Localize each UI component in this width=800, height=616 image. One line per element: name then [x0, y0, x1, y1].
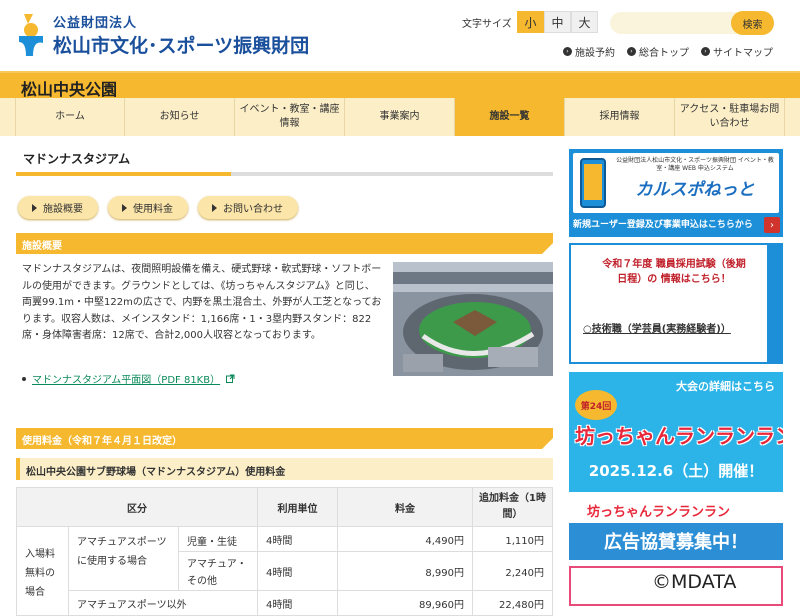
row-category-cell: アマチュアスポーツに使用する場合 児童・生徒 アマチュア・その他: [68, 526, 258, 591]
fontsize-medium-button[interactable]: 中: [544, 11, 571, 33]
banner1-subtext: 新規ユーザー登録及び事業申込はこちらから: [573, 220, 753, 230]
sitemap-link[interactable]: › サイトマップ: [701, 44, 773, 59]
banner2-link: ○技術職（学芸員(実務経験者)）: [583, 324, 731, 335]
row-unit: 4時間: [257, 551, 338, 591]
nav-business[interactable]: 事業案内: [345, 98, 455, 136]
col-unit: 利用単位: [257, 487, 338, 527]
anchor-overview-button[interactable]: 施設概要: [18, 196, 98, 219]
row-category: アマチュアスポーツ以外: [68, 590, 258, 616]
fontsize-switcher: 小 中 大: [517, 11, 598, 33]
banner1-top-text: 公益財団法人松山市文化・スポーツ振興財団 イベント・教室・講座 WEB 申込シス…: [616, 157, 774, 172]
row-fee: 89,960円: [337, 590, 473, 616]
table-row: アマチュアスポーツ以外 4時間 89,960円 22,480円: [17, 590, 553, 616]
anchor-fees-label: 使用料金: [133, 204, 173, 215]
org-name[interactable]: 松山市文化･スポーツ振興財団: [53, 31, 309, 58]
banner3-title: 坊っちゃんランランラン: [575, 424, 783, 448]
bullet-icon: [22, 376, 26, 381]
nav-home[interactable]: ホーム: [15, 98, 125, 136]
banner3-date: 2025.12.6（土）開催！: [588, 462, 764, 480]
search-input[interactable]: [610, 12, 736, 34]
title-divider: [16, 172, 553, 176]
smartphone-icon: [580, 158, 606, 208]
foundation-logo-icon[interactable]: [16, 10, 46, 56]
banner3-top-text: 大会の詳細はこちら: [676, 380, 775, 393]
row-sub: 児童・生徒: [179, 527, 257, 552]
nav-news[interactable]: お知らせ: [125, 98, 235, 136]
nav-recruit[interactable]: 採用情報: [565, 98, 675, 136]
table-header-row: 区分 利用単位 料金 追加料金（1時間）: [16, 487, 553, 527]
chevron-right-icon: ›: [627, 47, 636, 56]
anchor-links: 施設概要 使用料金 お問い合わせ: [18, 196, 298, 219]
nav-events[interactable]: イベント・教室・講座情報: [235, 98, 345, 136]
park-title-bar: 松山中央公園: [0, 71, 800, 100]
fontsize-label: 文字サイズ: [462, 19, 512, 30]
site-header: 公益財団法人 松山市文化･スポーツ振興財団 文字サイズ 小 中 大 検索 › 施設…: [0, 0, 800, 72]
col-fee: 料金: [337, 487, 473, 527]
row-unit: 4時間: [257, 525, 338, 553]
arrow-right-icon: ›: [764, 217, 780, 233]
fees-table: 区分 利用単位 料金 追加料金（1時間） 入場料無料の場合 アマチュアスポーツに…: [16, 487, 553, 616]
nav-access-contact[interactable]: アクセス・駐車場お問い合わせ: [675, 98, 785, 136]
row-extra: 2,240円: [472, 551, 553, 591]
botchan-run-event-banner[interactable]: 大会の詳細はこちら 第24回 坊っちゃんランランラン 2025.12.6（土）開…: [569, 372, 783, 492]
floorplan-pdf-label: マドンナスタジアム平面図（PDF 81KB）: [32, 375, 221, 386]
sitemap-label: サイトマップ: [713, 48, 773, 59]
fontsize-small-button[interactable]: 小: [517, 11, 544, 33]
org-type-label: 公益財団法人: [53, 16, 138, 31]
chevron-right-icon: ›: [701, 47, 710, 56]
floorplan-pdf-link[interactable]: マドンナスタジアム平面図（PDF 81KB）: [22, 371, 235, 386]
stadium-photo: [393, 262, 553, 376]
triangle-right-icon: [122, 203, 127, 212]
col-category: 区分: [16, 487, 258, 527]
anchor-fees-button[interactable]: 使用料金: [108, 196, 188, 219]
anchor-overview-label: 施設概要: [43, 204, 83, 215]
top-links: › 施設予約 › 総合トップ › サイトマップ: [563, 44, 773, 59]
row-extra: 1,110円: [472, 525, 553, 553]
banner2-text: 令和７年度 職員採用試験（後期日程）の 情報はこちら！: [602, 259, 746, 285]
banner4-text: 広告協賛募集中！: [604, 532, 748, 553]
group-label: 入場料無料の場合: [16, 526, 69, 616]
fontsize-large-button[interactable]: 大: [571, 11, 598, 33]
sponsor-recruit-banner[interactable]: 坊っちゃんランランラン 広告協賛募集中！: [569, 499, 783, 560]
external-link-icon: [226, 374, 235, 383]
fees-heading: 使用料金（令和７年４月１日改定）: [16, 428, 553, 449]
watermark: ©MDATA: [652, 571, 737, 593]
recruitment-banner[interactable]: 令和７年度 職員採用試験（後期日程）の 情報はこちら！ ○技術職（学芸員(実務経…: [569, 243, 783, 364]
overview-description: マドンナスタジアムは、夜間照明設備を備え、硬式野球・軟式野球・ソフトボールの使用…: [22, 264, 382, 341]
row-sub: アマチュア・その他: [187, 559, 247, 587]
banner1-title: カルスポねっと: [635, 180, 755, 200]
anchor-contact-button[interactable]: お問い合わせ: [198, 196, 298, 219]
fees-subheading: 松山中央公園サブ野球場（マドンナスタジアム）使用料金: [16, 458, 553, 480]
triangle-right-icon: [212, 203, 217, 212]
page-title: マドンナスタジアム: [23, 152, 131, 166]
general-top-link[interactable]: › 総合トップ: [627, 44, 689, 59]
row-unit: 4時間: [257, 590, 338, 616]
overview-heading: 施設概要: [16, 233, 553, 254]
nav-facilities[interactable]: 施設一覧: [455, 98, 565, 136]
chevron-right-icon: ›: [563, 47, 572, 56]
facility-booking-link[interactable]: › 施設予約: [563, 44, 615, 59]
facility-booking-label: 施設予約: [575, 48, 615, 59]
park-title[interactable]: 松山中央公園: [21, 76, 117, 100]
triangle-right-icon: [32, 203, 37, 212]
anchor-contact-label: お問い合わせ: [223, 204, 283, 215]
karusupo-net-banner[interactable]: 公益財団法人松山市文化・スポーツ振興財団 イベント・教室・講座 WEB 申込シス…: [569, 149, 783, 237]
banner3-badge: 第24回: [575, 390, 617, 420]
row-category: アマチュアスポーツに使用する場合: [69, 527, 179, 590]
row-extra: 22,480円: [472, 590, 553, 616]
col-extra: 追加料金（1時間）: [472, 487, 553, 527]
row-fee: 4,490円: [337, 525, 473, 553]
table-row: 入場料無料の場合 アマチュアスポーツに使用する場合 児童・生徒 アマチュア・その…: [16, 525, 553, 616]
general-top-label: 総合トップ: [639, 48, 689, 59]
banner4-title: 坊っちゃんランランラン: [587, 505, 731, 520]
search-button[interactable]: 検索: [731, 11, 774, 35]
global-nav: ホーム お知らせ イベント・教室・講座情報 事業案内 施設一覧 採用情報 アクセ…: [0, 98, 800, 136]
row-fee: 8,990円: [337, 551, 473, 591]
